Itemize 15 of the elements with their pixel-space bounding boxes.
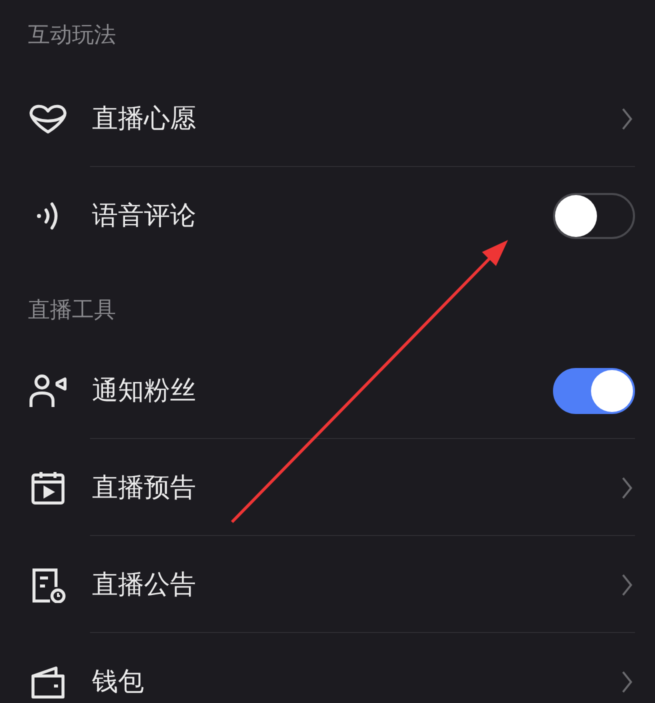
setting-label: 钱包 bbox=[92, 666, 144, 699]
chevron-right-icon[interactable] bbox=[621, 670, 633, 694]
section-title: 互动玩法 bbox=[28, 22, 116, 50]
chevron-right-icon[interactable] bbox=[621, 106, 633, 130]
chevron-right-icon[interactable] bbox=[621, 572, 633, 596]
setting-label: 直播公告 bbox=[92, 569, 196, 602]
setting-label: 直播心愿 bbox=[92, 103, 196, 136]
toggle-switch[interactable] bbox=[553, 192, 635, 238]
setting-label: 语音评论 bbox=[92, 200, 196, 233]
chevron-right-icon[interactable] bbox=[621, 476, 633, 500]
section-title: 直播工具 bbox=[28, 297, 116, 325]
person-camera-icon bbox=[28, 372, 68, 408]
setting-label: 直播预告 bbox=[92, 472, 196, 505]
setting-label: 通知粉丝 bbox=[92, 375, 196, 408]
toggle-switch[interactable] bbox=[553, 368, 635, 414]
